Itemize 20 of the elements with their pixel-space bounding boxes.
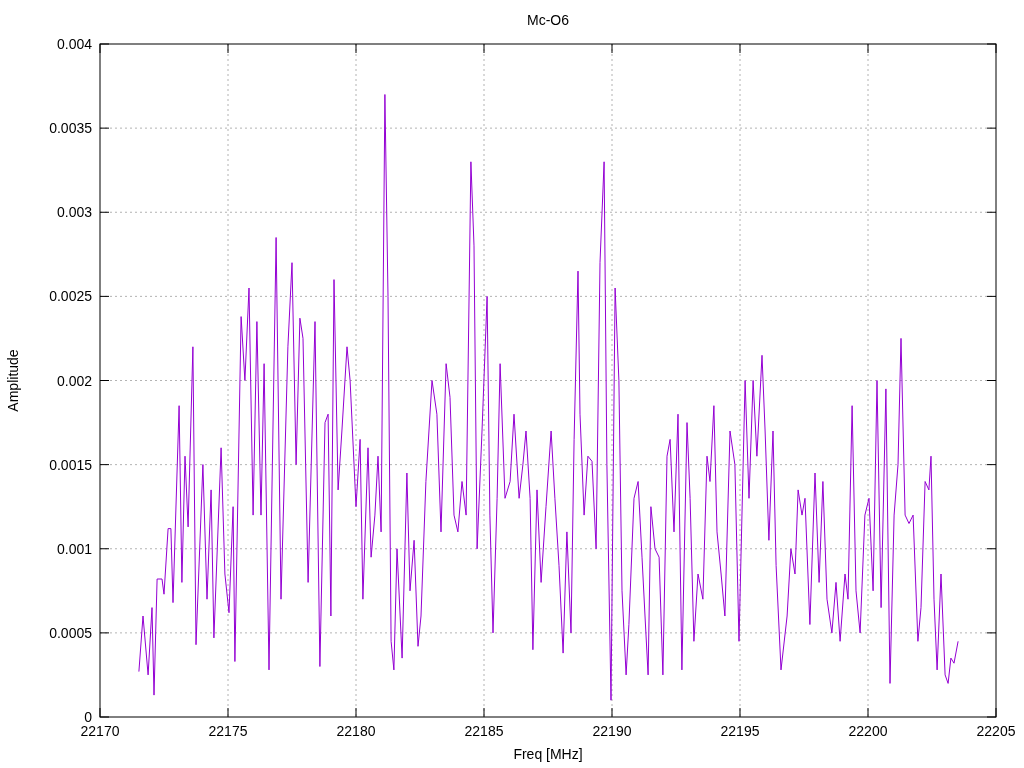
x-axis-tick-label: 22175 <box>208 723 248 739</box>
x-axis-tick-label: 22185 <box>464 723 504 739</box>
x-axis-tick-label: 22190 <box>592 723 632 739</box>
x-axis-tick-label: 22180 <box>336 723 376 739</box>
x-axis-tick-label: 22195 <box>720 723 760 739</box>
x-axis-tick-label: 22200 <box>848 723 888 739</box>
y-axis-label: Amplitude <box>5 349 21 412</box>
y-axis-tick-label: 0.0035 <box>49 120 92 137</box>
y-axis-tick-label: 0.003 <box>56 204 92 221</box>
chart-title: Mc-O6 <box>527 12 569 28</box>
y-axis-tick-label: 0 <box>84 709 92 725</box>
y-axis-tick-label: 0.002 <box>56 372 92 389</box>
x-axis-tick-label: 22205 <box>976 723 1016 739</box>
x-axis-tick-label: 22170 <box>80 723 120 739</box>
y-axis-tick-label: 0.0015 <box>49 456 92 473</box>
y-axis-tick-label: 0.004 <box>56 36 92 52</box>
y-axis-tick-label: 0.0005 <box>49 624 92 641</box>
x-axis-label: Freq [MHz] <box>513 746 583 762</box>
y-axis-tick-label: 0.0025 <box>49 288 92 305</box>
y-axis-tick-label: 0.001 <box>56 540 92 557</box>
